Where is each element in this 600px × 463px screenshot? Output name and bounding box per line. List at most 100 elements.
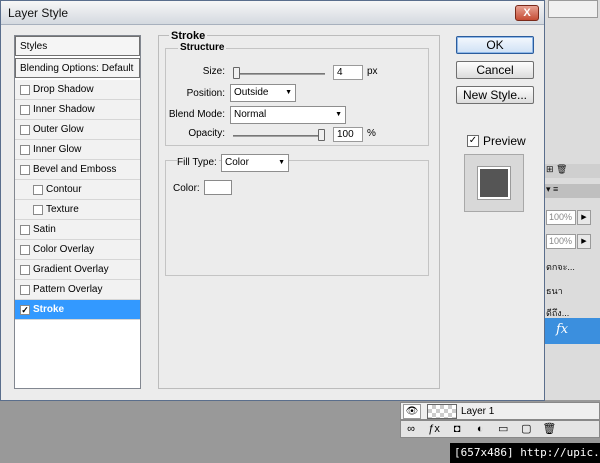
fill-percent-field[interactable]: 100% bbox=[546, 234, 576, 249]
style-item-contour[interactable]: Contour bbox=[15, 180, 140, 200]
style-item-label: Gradient Overlay bbox=[33, 264, 109, 275]
style-item-pattern-overlay[interactable]: Pattern Overlay bbox=[15, 280, 140, 300]
style-item-label: Pattern Overlay bbox=[33, 284, 103, 295]
styles-header[interactable]: Styles bbox=[15, 36, 140, 56]
style-checkbox[interactable] bbox=[20, 105, 30, 115]
size-label: Size: bbox=[202, 66, 225, 77]
position-select[interactable]: Outside ▼ bbox=[230, 84, 296, 102]
add-mask-icon[interactable]: ◘ bbox=[447, 421, 467, 437]
preview-label: Preview bbox=[483, 134, 526, 148]
fill-type-label: Fill Type: bbox=[177, 157, 219, 168]
style-item-satin[interactable]: Satin bbox=[15, 220, 140, 240]
layer-name: Layer 1 bbox=[461, 406, 495, 417]
stroke-panel: Stroke Structure Size: 4 px Position: Ou… bbox=[158, 30, 440, 389]
style-item-outer-glow[interactable]: Outer Glow bbox=[15, 120, 140, 140]
preview-checkbox[interactable]: ✓ bbox=[467, 135, 479, 147]
position-value: Outside bbox=[234, 87, 269, 98]
style-item-bevel-and-emboss[interactable]: Bevel and Emboss bbox=[15, 160, 140, 180]
style-item-label: Inner Glow bbox=[33, 144, 82, 155]
style-item-label: Satin bbox=[33, 224, 56, 235]
style-item-stroke[interactable]: ✓ Stroke bbox=[15, 300, 140, 320]
size-slider-track[interactable] bbox=[233, 73, 325, 75]
layer-row[interactable]: 👁 Layer 1 bbox=[400, 402, 600, 420]
blend-mode-select[interactable]: Normal ▼ bbox=[230, 106, 346, 124]
fill-type-value: Color bbox=[225, 157, 249, 168]
fill-type-group bbox=[165, 160, 429, 276]
style-checkbox[interactable] bbox=[20, 225, 30, 235]
add-style-icon[interactable]: ƒx bbox=[424, 421, 444, 437]
opacity-label: Opacity: bbox=[188, 128, 225, 139]
dialog-titlebar[interactable]: Layer Style X bbox=[1, 1, 544, 25]
link-layers-icon[interactable]: ∞ bbox=[401, 421, 421, 437]
adjustment-layer-icon[interactable]: ◐ bbox=[470, 421, 490, 437]
opacity-percent-field[interactable]: 100% bbox=[546, 210, 576, 225]
style-item-inner-glow[interactable]: Inner Glow bbox=[15, 140, 140, 160]
panel-text-1: ตกจะ... bbox=[546, 262, 575, 272]
style-checkbox[interactable] bbox=[20, 265, 30, 275]
style-item-label: Drop Shadow bbox=[33, 84, 94, 95]
opacity-unit: % bbox=[367, 128, 376, 139]
right-side-panel: ⊞ 🗑 ▾ ≡ 100% ▶ 100% ▶ ตกจะ... ธนา ดีถึง.… bbox=[543, 0, 600, 400]
size-unit: px bbox=[367, 66, 378, 77]
new-layer-icon[interactable]: ▢ bbox=[516, 421, 536, 437]
style-item-label: Outer Glow bbox=[33, 124, 84, 135]
fx-effects-icon[interactable]: fx bbox=[544, 318, 600, 344]
blend-mode-value: Normal bbox=[234, 109, 267, 120]
size-slider-handle[interactable] bbox=[233, 67, 240, 79]
chevron-down-icon: ▼ bbox=[335, 111, 342, 118]
eye-visibility-icon[interactable]: 👁 bbox=[403, 404, 421, 419]
new-style-button[interactable]: New Style... bbox=[456, 86, 534, 104]
check-icon: ✓ bbox=[468, 135, 478, 146]
color-label: Color: bbox=[173, 183, 200, 194]
stroke-title: Stroke bbox=[169, 30, 208, 42]
preview-thumbnail bbox=[464, 154, 524, 212]
style-item-label: Stroke bbox=[33, 304, 65, 315]
style-checkbox[interactable] bbox=[20, 245, 30, 255]
opacity-slider-handle[interactable] bbox=[318, 129, 325, 141]
style-item-gradient-overlay[interactable]: Gradient Overlay bbox=[15, 260, 140, 280]
opacity-arrow-icon[interactable]: ▶ bbox=[577, 210, 591, 225]
close-icon: X bbox=[523, 7, 531, 19]
style-item-drop-shadow[interactable]: Drop Shadow bbox=[15, 80, 140, 100]
position-label: Position: bbox=[186, 88, 225, 99]
new-group-icon[interactable]: ▭ bbox=[493, 421, 513, 437]
style-checkbox[interactable] bbox=[20, 145, 30, 155]
style-item-label: Texture bbox=[46, 204, 79, 215]
blending-options-label: Blending Options: Default bbox=[20, 63, 134, 74]
size-input[interactable]: 4 bbox=[333, 65, 363, 80]
cancel-button[interactable]: Cancel bbox=[456, 61, 534, 79]
structure-title: Structure bbox=[178, 42, 227, 53]
style-checkbox[interactable] bbox=[20, 85, 30, 95]
ok-button[interactable]: OK bbox=[456, 36, 534, 54]
style-item-label: Inner Shadow bbox=[33, 104, 95, 115]
style-item-inner-shadow[interactable]: Inner Shadow bbox=[15, 100, 140, 120]
style-item-label: Color Overlay bbox=[33, 244, 95, 255]
style-item-texture[interactable]: Texture bbox=[15, 200, 140, 220]
layer-thumbnail bbox=[427, 404, 457, 419]
panel-tab-strip: ▾ ≡ bbox=[544, 184, 600, 198]
delete-layer-icon[interactable]: 🗑 bbox=[539, 421, 559, 437]
blend-mode-label: Blend Mode: bbox=[168, 109, 225, 120]
chevron-down-icon: ▼ bbox=[278, 159, 285, 166]
styles-header-label: Styles bbox=[20, 41, 48, 52]
style-item-color-overlay[interactable]: Color Overlay bbox=[15, 240, 140, 260]
style-checkbox[interactable] bbox=[20, 285, 30, 295]
opacity-slider-track[interactable] bbox=[233, 135, 325, 137]
style-checkbox[interactable] bbox=[20, 125, 30, 135]
style-item-label: Bevel and Emboss bbox=[33, 164, 117, 175]
chevron-down-icon: ▼ bbox=[285, 89, 292, 96]
opacity-input[interactable]: 100 bbox=[333, 127, 363, 142]
fill-type-select[interactable]: Color ▼ bbox=[221, 154, 289, 172]
style-checkbox[interactable] bbox=[33, 205, 43, 215]
fill-arrow-icon[interactable]: ▶ bbox=[577, 234, 591, 249]
panel-text-2: ธนา bbox=[546, 286, 563, 296]
close-button[interactable]: X bbox=[515, 5, 539, 21]
style-item-label: Contour bbox=[46, 184, 82, 195]
style-checkbox[interactable] bbox=[20, 165, 30, 175]
style-list: Styles Blending Options: Default Drop Sh… bbox=[14, 35, 141, 389]
stroke-color-swatch[interactable] bbox=[204, 180, 232, 195]
blending-options-item[interactable]: Blending Options: Default bbox=[15, 58, 140, 78]
style-checkbox[interactable]: ✓ bbox=[20, 305, 30, 315]
panel-top-block bbox=[548, 0, 598, 18]
style-checkbox[interactable] bbox=[33, 185, 43, 195]
